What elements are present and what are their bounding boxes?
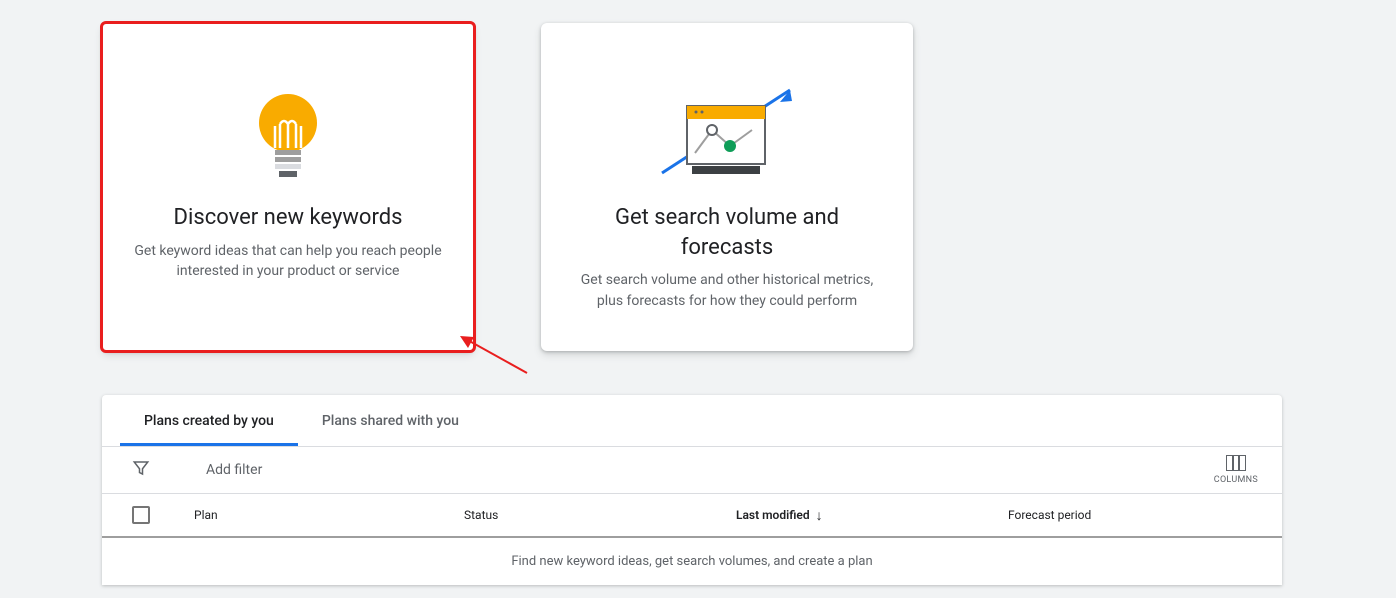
table-header-row: Plan Status Last modified ↓ Forecast per…: [102, 494, 1282, 538]
columns-button[interactable]: COLUMNS: [1214, 455, 1258, 485]
filter-icon[interactable]: [132, 459, 150, 481]
card-description: Get keyword ideas that can help you reac…: [130, 241, 446, 282]
select-all-checkbox[interactable]: [132, 506, 150, 524]
add-filter-button[interactable]: Add filter: [206, 462, 262, 478]
search-volume-card[interactable]: Get search volume and forecasts Get sear…: [541, 23, 913, 351]
column-header-last-modified[interactable]: Last modified ↓: [736, 507, 1008, 524]
discover-keywords-card[interactable]: Discover new keywords Get keyword ideas …: [102, 23, 474, 351]
card-description: Get search volume and other historical m…: [569, 270, 885, 311]
filter-bar: Add filter COLUMNS: [102, 447, 1282, 494]
column-header-forecast[interactable]: Forecast period: [1008, 508, 1208, 522]
card-title: Discover new keywords: [174, 203, 403, 233]
tool-cards: Discover new keywords Get keyword ideas …: [0, 0, 1396, 351]
lightbulb-icon: [253, 73, 323, 203]
columns-label: COLUMNS: [1214, 475, 1258, 485]
plans-panel: Plans created by you Plans shared with y…: [102, 395, 1282, 585]
plans-tabs: Plans created by you Plans shared with y…: [102, 395, 1282, 447]
column-header-plan[interactable]: Plan: [194, 508, 464, 522]
columns-icon: [1226, 455, 1246, 471]
sort-desc-icon: ↓: [816, 507, 823, 524]
chart-trend-icon: [652, 73, 802, 203]
card-title: Get search volume and forecasts: [569, 203, 885, 262]
lastmod-label: Last modified: [736, 508, 810, 522]
tab-plans-shared[interactable]: Plans shared with you: [298, 395, 483, 446]
select-all-cell: [132, 506, 194, 524]
tab-plans-created[interactable]: Plans created by you: [120, 395, 298, 446]
empty-state-message: Find new keyword ideas, get search volum…: [102, 538, 1282, 585]
column-header-status[interactable]: Status: [464, 508, 736, 522]
